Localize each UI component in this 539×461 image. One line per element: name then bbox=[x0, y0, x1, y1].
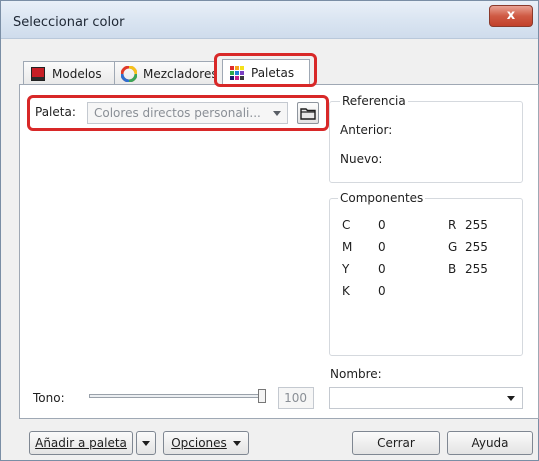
reference-previous-label: Anterior: bbox=[340, 123, 393, 137]
component-m-label: M bbox=[342, 240, 353, 254]
reference-group: Referencia Anterior: Nuevo: bbox=[329, 94, 523, 183]
palette-select-value: Colores directos personali... bbox=[94, 106, 261, 120]
component-g-value: 255 bbox=[465, 240, 488, 254]
add-to-palette-menu-button[interactable] bbox=[136, 431, 156, 455]
palettes-icon bbox=[230, 65, 244, 80]
close-window-button[interactable]: x bbox=[489, 5, 533, 27]
open-palette-button[interactable] bbox=[297, 102, 319, 124]
component-c-label: C bbox=[342, 218, 351, 232]
mixers-icon bbox=[121, 65, 137, 82]
tab-mixers-label: Mezcladores bbox=[143, 66, 218, 81]
title-bar[interactable]: Seleccionar color x bbox=[1, 1, 538, 39]
help-button[interactable]: Ayuda bbox=[447, 431, 533, 455]
component-b-label: B bbox=[448, 262, 457, 276]
window-title: Seleccionar color bbox=[13, 15, 125, 30]
tone-value-field[interactable]: 100 bbox=[278, 387, 314, 409]
component-y-label: Y bbox=[342, 262, 350, 276]
chevron-down-icon bbox=[273, 111, 281, 116]
palette-label: Paleta: bbox=[35, 105, 76, 119]
component-b-value: 255 bbox=[465, 262, 488, 276]
palette-swatch-area[interactable] bbox=[29, 135, 321, 355]
component-k-label: K bbox=[342, 284, 350, 298]
components-title: Componentes bbox=[338, 191, 426, 205]
add-to-palette-label: Añadir a paleta bbox=[35, 436, 127, 450]
component-c-value: 0 bbox=[378, 218, 386, 232]
tab-mixers[interactable]: Mezcladores bbox=[114, 61, 218, 85]
tone-label: Tono: bbox=[33, 391, 65, 405]
name-label: Nombre: bbox=[330, 367, 382, 381]
color-dialog: Seleccionar color x Modelos Mezcladores … bbox=[0, 0, 539, 461]
close-button[interactable]: Cerrar bbox=[352, 431, 440, 455]
chevron-down-icon bbox=[507, 396, 515, 401]
component-g-label: G bbox=[448, 240, 458, 254]
chevron-down-icon bbox=[232, 440, 241, 446]
tab-palettes-label: Paletas bbox=[251, 65, 295, 80]
reference-new-label: Nuevo: bbox=[340, 152, 383, 166]
palette-select[interactable]: Colores directos personali... bbox=[87, 102, 288, 124]
add-to-palette-button[interactable]: Añadir a paleta bbox=[29, 431, 133, 455]
tab-models-label: Modelos bbox=[52, 66, 102, 81]
folder-icon bbox=[300, 108, 316, 120]
component-m-value: 0 bbox=[378, 240, 386, 254]
component-r-label: R bbox=[448, 218, 457, 232]
reference-title: Referencia bbox=[340, 94, 408, 108]
models-icon bbox=[31, 66, 45, 81]
help-label: Ayuda bbox=[471, 436, 509, 450]
component-k-value: 0 bbox=[378, 284, 386, 298]
tone-slider-track[interactable] bbox=[89, 394, 261, 398]
options-label: Opciones bbox=[171, 436, 227, 450]
chevron-down-icon bbox=[142, 440, 150, 446]
name-select[interactable] bbox=[329, 387, 523, 409]
close-icon: x bbox=[506, 8, 516, 23]
component-r-value: 255 bbox=[465, 218, 488, 232]
tab-models[interactable]: Modelos bbox=[23, 61, 115, 85]
options-button[interactable]: Opciones bbox=[163, 431, 249, 455]
close-label: Cerrar bbox=[377, 436, 415, 450]
tab-palettes[interactable]: Paletas bbox=[222, 59, 310, 85]
tone-slider-thumb[interactable] bbox=[258, 389, 266, 403]
components-group: Componentes C 0 M 0 Y 0 K 0 R 255 G 255 … bbox=[329, 191, 523, 356]
component-y-value: 0 bbox=[378, 262, 386, 276]
